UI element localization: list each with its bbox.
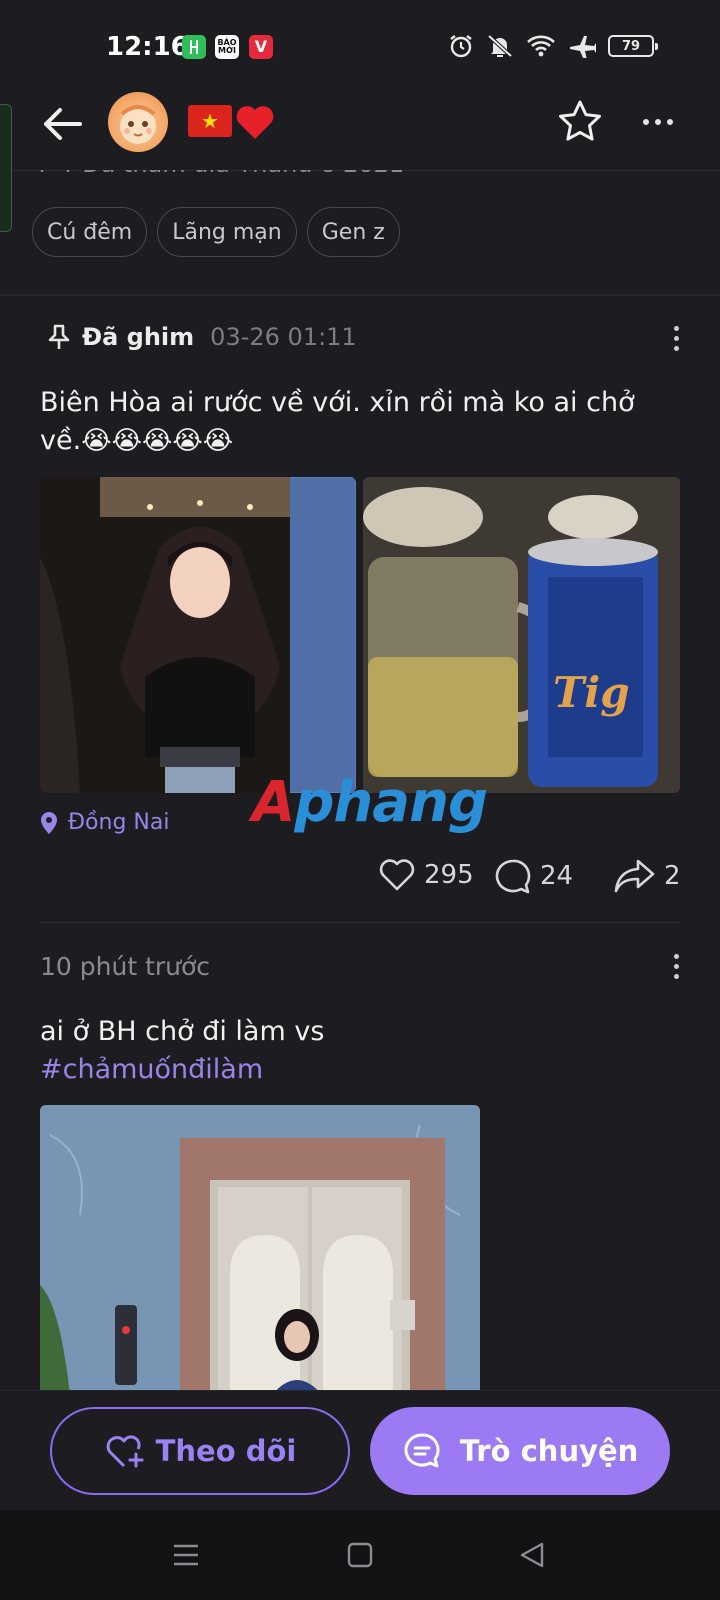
arrow-left-icon bbox=[44, 108, 82, 140]
watermark: Aphang bbox=[252, 770, 488, 835]
profile-action-bar: Theo dõi Trò chuyện bbox=[0, 1390, 720, 1510]
post-date: 03-26 01:11 bbox=[210, 323, 357, 351]
chat-button[interactable]: Trò chuyện bbox=[370, 1407, 670, 1495]
status-icons: 79 bbox=[448, 33, 658, 59]
follow-button[interactable]: Theo dõi bbox=[50, 1407, 350, 1495]
share-arrow-icon bbox=[614, 859, 655, 893]
recent-apps-button[interactable] bbox=[168, 1537, 204, 1573]
avatar[interactable] bbox=[108, 92, 168, 152]
post-photo-selfie[interactable] bbox=[40, 477, 356, 793]
menu-icon bbox=[174, 1544, 198, 1566]
comment-count: 24 bbox=[540, 861, 574, 891]
crying-emoji-icon: 😭😭😭😭😭 bbox=[81, 426, 234, 456]
post-photo-elevator[interactable] bbox=[40, 1105, 480, 1395]
dot bbox=[667, 119, 673, 125]
more-options-button[interactable] bbox=[634, 98, 682, 146]
post-photo-beer[interactable]: Tig bbox=[363, 477, 680, 793]
post-body: ai ở BH chở đi làm vs bbox=[40, 1016, 325, 1047]
dot bbox=[673, 973, 679, 979]
svg-text:Tig: Tig bbox=[553, 668, 630, 717]
dot bbox=[643, 119, 649, 125]
baomoi-app-icon: BÁO MỚI bbox=[215, 35, 239, 59]
profile-tags: Cú đêm Lãng mạn Gen z bbox=[32, 207, 400, 257]
dot bbox=[673, 335, 679, 341]
mute-icon bbox=[487, 34, 513, 58]
post-text: Biên Hòa ai rước về với. xỉn rồi mà ko a… bbox=[40, 384, 680, 460]
comment-icon bbox=[495, 859, 531, 894]
tag-chip[interactable]: Lãng mạn bbox=[157, 207, 297, 257]
hashtag-link[interactable]: #chảmuốnđilàm bbox=[40, 1051, 680, 1089]
vietnam-flag-icon: ★ bbox=[188, 105, 232, 137]
chat-label: Trò chuyện bbox=[459, 1434, 639, 1468]
star-icon bbox=[559, 100, 601, 141]
post-text: ai ở BH chở đi làm vs #chảmuốnđilàm bbox=[40, 1013, 680, 1089]
profile-page: 12:16 BÁO MỚI V 79 ★ Đã tham gia Tháng 6… bbox=[0, 0, 720, 1600]
location-pin-icon bbox=[41, 811, 57, 834]
airplane-icon bbox=[570, 36, 596, 58]
profile-header: ★ bbox=[0, 92, 720, 170]
like-count: 295 bbox=[424, 860, 474, 890]
favorite-star-button[interactable] bbox=[556, 98, 604, 146]
tag-chip[interactable]: Gen z bbox=[306, 207, 400, 257]
status-bar: 12:16 BÁO MỚI V 79 bbox=[0, 0, 720, 92]
wifi-icon bbox=[527, 35, 555, 57]
pin-icon bbox=[48, 324, 70, 349]
pinned-post-meta: Đã ghim 03-26 01:11 bbox=[46, 323, 357, 351]
status-time: 12:16 bbox=[106, 32, 189, 62]
dot bbox=[673, 963, 679, 969]
heart-plus-icon bbox=[106, 1435, 144, 1468]
like-action[interactable]: 295 bbox=[378, 858, 474, 892]
comment-action[interactable]: 24 bbox=[494, 858, 573, 894]
post-menu-button[interactable] bbox=[661, 946, 691, 986]
post-time-ago: 10 phút trước bbox=[40, 952, 211, 981]
post-location[interactable]: Đồng Nai bbox=[40, 810, 169, 835]
dot bbox=[673, 345, 679, 351]
dot bbox=[673, 325, 679, 331]
pinned-label: Đã ghim bbox=[82, 323, 195, 351]
floating-side-tab[interactable] bbox=[0, 104, 12, 232]
share-count: 2 bbox=[664, 861, 681, 891]
location-text: Đồng Nai bbox=[68, 810, 170, 835]
home-square-icon bbox=[347, 1542, 373, 1568]
dot bbox=[673, 953, 679, 959]
dot bbox=[655, 119, 661, 125]
system-back-button[interactable] bbox=[514, 1537, 550, 1573]
system-navigation-bar bbox=[0, 1510, 720, 1600]
section-divider bbox=[0, 294, 720, 296]
red-heart-icon bbox=[236, 106, 274, 139]
back-triangle-icon bbox=[520, 1542, 544, 1568]
messenger-app-icon bbox=[182, 35, 206, 59]
home-button[interactable] bbox=[342, 1537, 378, 1573]
share-action[interactable]: 2 bbox=[614, 858, 681, 894]
chat-bubble-icon bbox=[404, 1433, 440, 1468]
heart-outline-icon bbox=[379, 859, 415, 891]
post-divider bbox=[40, 922, 680, 923]
battery-indicator: 79 bbox=[608, 35, 658, 57]
back-button[interactable] bbox=[38, 100, 86, 148]
post-menu-button[interactable] bbox=[661, 318, 691, 358]
alarm-icon bbox=[450, 35, 472, 58]
follow-label: Theo dõi bbox=[155, 1434, 297, 1468]
tag-chip[interactable]: Cú đêm bbox=[32, 207, 148, 257]
v-app-icon: V bbox=[249, 35, 273, 59]
